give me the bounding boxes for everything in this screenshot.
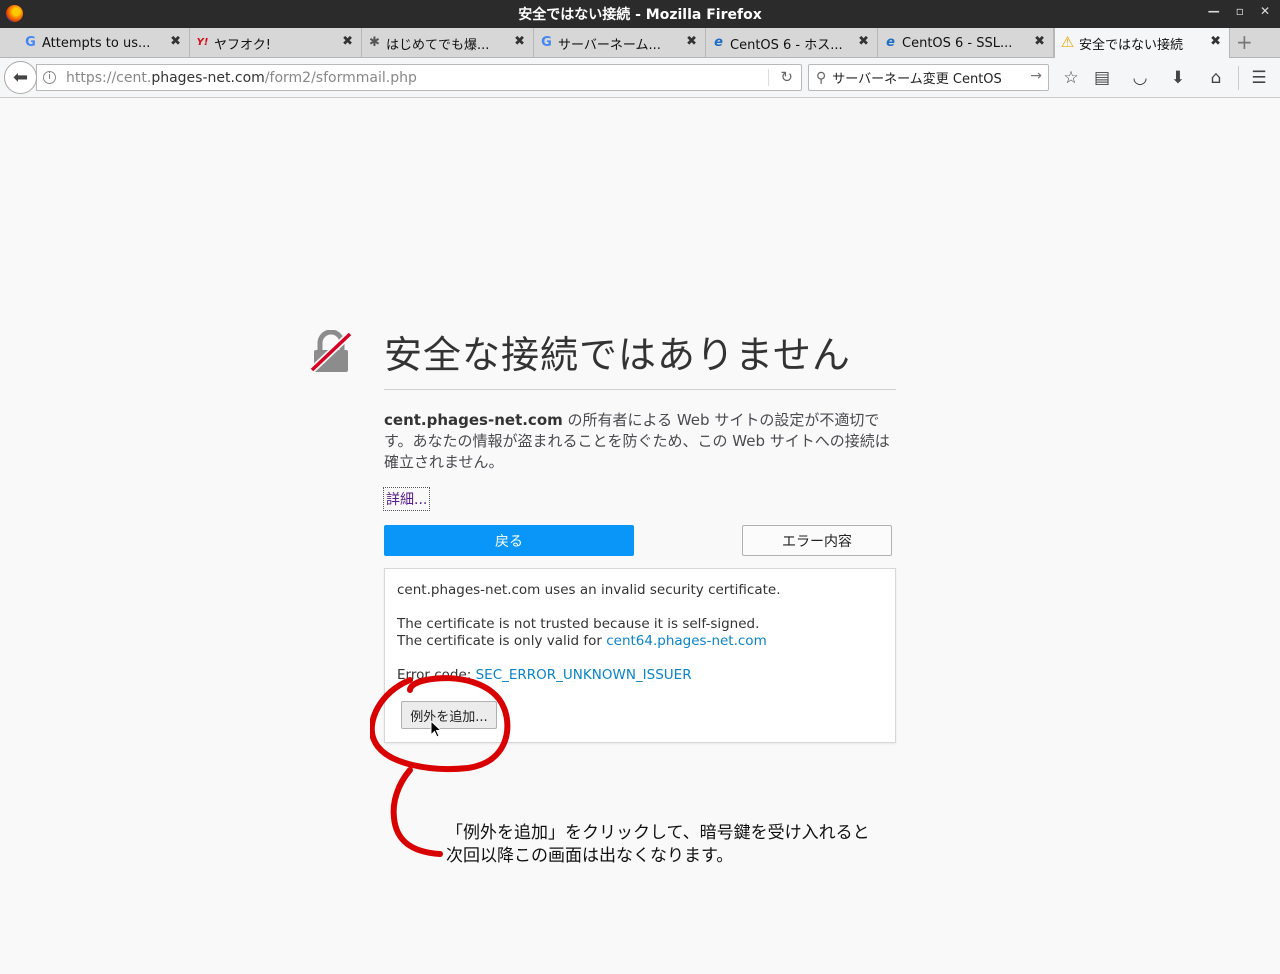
error-description: cent.phages-net.com の所有者による Web サイトの設定が不… [384, 411, 890, 471]
tab-label: サーバーネーム... [558, 37, 661, 53]
window-controls: — ▫ ✕ [1208, 4, 1270, 18]
back-arrow-icon: ⬅ [12, 67, 29, 88]
maximize-icon[interactable]: ▫ [1236, 4, 1244, 18]
tab-label: ヤフオク! [214, 37, 271, 53]
error-code-link[interactable]: SEC_ERROR_UNKNOWN_ISSUER [476, 667, 692, 683]
tab-6-active[interactable]: ⚠ 安全ではない接続 ✖ [1054, 28, 1230, 59]
error-code-text: Error code: SEC_ERROR_UNKNOWN_ISSUER [397, 667, 692, 683]
annotation-line-1: 「例外を追加」をクリックして、暗号鍵を受け入れると [446, 823, 870, 843]
tab-label: 安全ではない接続 [1079, 38, 1184, 53]
add-exception-button[interactable]: 例外を追加... [401, 701, 497, 729]
yahoo-icon: Y! [196, 37, 209, 48]
close-icon[interactable]: ✕ [1260, 4, 1270, 18]
tab-close-icon[interactable]: ✖ [858, 34, 869, 49]
download-icon[interactable]: ⬇ [1167, 67, 1189, 89]
tab-close-icon[interactable]: ✖ [1034, 34, 1045, 49]
error-host: cent.phages-net.com [384, 411, 563, 429]
tab-3[interactable]: G サーバーネーム... ✖ [534, 28, 706, 58]
puzzle-icon: ✱ [369, 35, 380, 50]
mouse-cursor-icon [430, 720, 442, 738]
search-go-icon[interactable]: → [1030, 68, 1042, 84]
tab-close-icon[interactable]: ✖ [170, 34, 181, 49]
navigation-toolbar: i https://cent.phages-net.com/form2/sfor… [0, 58, 1280, 98]
ie-icon: e [886, 35, 895, 50]
title-divider [384, 389, 896, 390]
url-text: https://cent.phages-net.com/form2/sformm… [66, 69, 417, 86]
url-bar[interactable]: i https://cent.phages-net.com/form2/sfor… [36, 64, 802, 91]
window-title: 安全ではない接続 - Mozilla Firefox [518, 7, 762, 23]
annotation-note: 「例外を追加」をクリックして、暗号鍵を受け入れると 次回以降この画面は出なくなり… [446, 822, 870, 868]
tab-label: はじめてでも爆... [386, 37, 490, 53]
tab-0[interactable]: G Attempts to us... ✖ [18, 28, 190, 58]
url-separator [768, 69, 769, 86]
valid-for-text: The certificate is only valid for cent64… [397, 633, 767, 649]
reading-list-icon[interactable]: ▤ [1091, 67, 1113, 89]
home-icon[interactable]: ⌂ [1205, 67, 1227, 89]
site-info-icon[interactable]: i [43, 71, 56, 84]
tab-close-icon[interactable]: ✖ [686, 34, 697, 49]
back-button[interactable]: ⬅ [4, 61, 37, 94]
tab-close-icon[interactable]: ✖ [514, 34, 525, 49]
tab-label: CentOS 6 - SSL... [902, 35, 1013, 51]
advanced-panel: cent.phages-net.com uses an invalid secu… [384, 568, 896, 743]
self-signed-text: The certificate is not trusted because i… [397, 616, 760, 632]
go-back-button[interactable]: 戻る [384, 525, 634, 556]
valid-domain-link[interactable]: cent64.phages-net.com [606, 633, 767, 649]
advanced-link[interactable]: 詳細... [383, 487, 431, 511]
reload-icon[interactable]: ↻ [780, 68, 793, 86]
invalid-cert-text: cent.phages-net.com uses an invalid secu… [397, 582, 781, 598]
warning-icon: ⚠ [1060, 33, 1075, 51]
search-icon: ⚲ [816, 69, 827, 86]
pocket-icon[interactable]: ◡ [1129, 67, 1151, 89]
firefox-logo-icon [6, 5, 23, 22]
google-icon: G [25, 35, 36, 50]
annotation-line-2: 次回以降この画面は出なくなります。 [446, 846, 734, 866]
tab-bar: G Attempts to us... ✖ Y! ヤフオク! ✖ ✱ はじめてで… [0, 28, 1280, 59]
bookmark-star-icon[interactable]: ☆ [1060, 67, 1082, 89]
window-titlebar: 安全ではない接続 - Mozilla Firefox — ▫ ✕ [0, 0, 1280, 28]
broken-lock-icon [310, 330, 352, 373]
error-title: 安全な接続ではありません [384, 333, 851, 377]
tab-close-icon[interactable]: ✖ [342, 34, 353, 49]
tab-5[interactable]: e CentOS 6 - SSL... ✖ [878, 28, 1054, 58]
minimize-icon[interactable]: — [1208, 4, 1220, 18]
toolbar-separator [1238, 66, 1239, 90]
tab-label: Attempts to us... [42, 35, 151, 51]
tab-4[interactable]: e CentOS 6 - ホス... ✖ [706, 28, 878, 58]
search-bar[interactable]: ⚲ サーバーネーム変更 CentOS → [808, 64, 1049, 91]
ie-icon: e [714, 35, 723, 50]
tab-label: CentOS 6 - ホス... [730, 37, 843, 53]
google-icon: G [541, 35, 552, 50]
error-details-button[interactable]: エラー内容 [742, 525, 892, 556]
tab-2[interactable]: ✱ はじめてでも爆... ✖ [362, 28, 534, 58]
tab-1[interactable]: Y! ヤフオク! ✖ [190, 28, 362, 58]
new-tab-icon[interactable]: + [1236, 30, 1253, 54]
tab-close-icon[interactable]: ✖ [1210, 34, 1221, 49]
menu-hamburger-icon[interactable]: ☰ [1248, 67, 1270, 89]
search-input[interactable]: サーバーネーム変更 CentOS [832, 68, 1002, 87]
